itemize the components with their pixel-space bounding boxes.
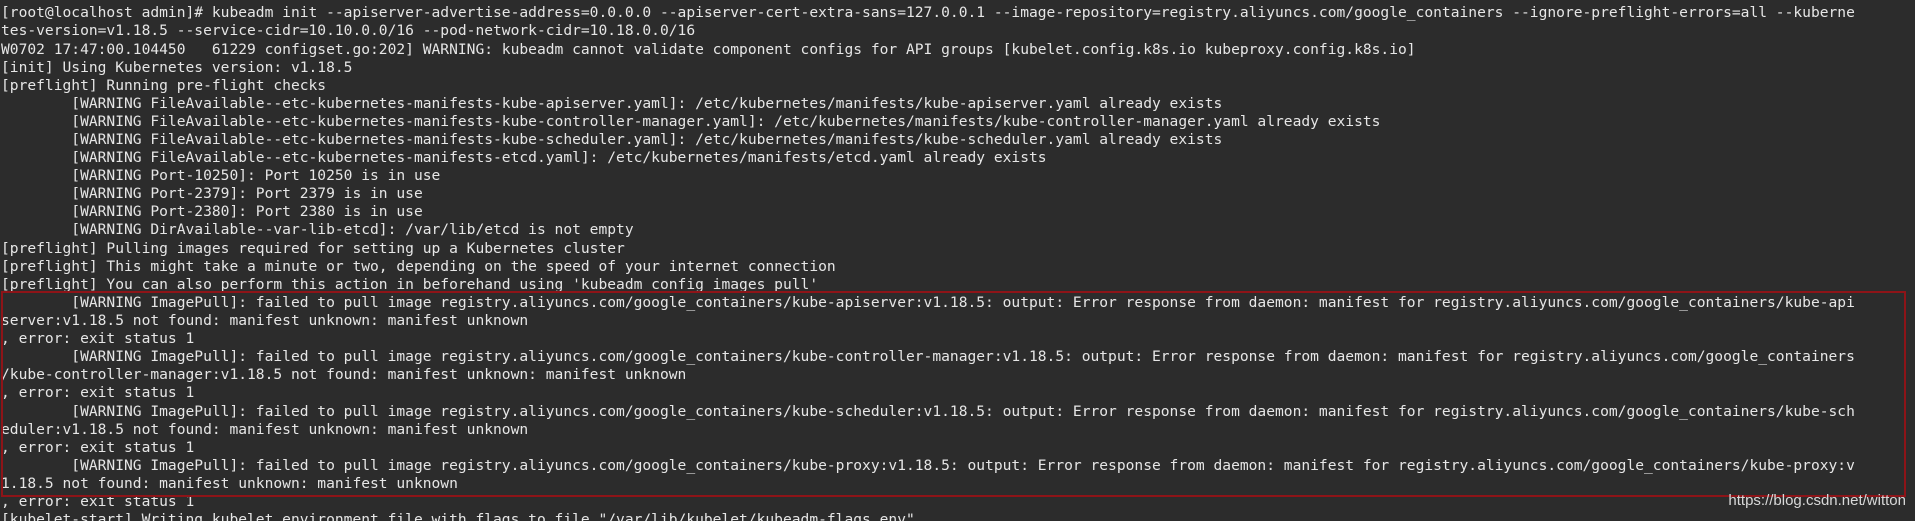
terminal-line: [preflight] Pulling images required for … [1, 240, 625, 257]
terminal-line: [WARNING ImagePull]: failed to pull imag… [1, 294, 1855, 311]
terminal-line: [WARNING ImagePull]: failed to pull imag… [1, 348, 1855, 365]
terminal-line: [kubelet-start] Writing kubelet environm… [1, 511, 915, 521]
terminal-line: , error: exit status 1 [1, 493, 195, 510]
terminal-line: server:v1.18.5 not found: manifest unkno… [1, 312, 529, 329]
terminal-line: 1.18.5 not found: manifest unknown: mani… [1, 475, 458, 492]
terminal-line: [root@localhost admin]# kubeadm init --a… [1, 4, 1855, 21]
terminal-line: [preflight] Running pre-flight checks [1, 77, 327, 94]
terminal-line: , error: exit status 1 [1, 330, 195, 347]
terminal-line: [WARNING ImagePull]: failed to pull imag… [1, 403, 1855, 420]
terminal-line: tes-version=v1.18.5 --service-cidr=10.10… [1, 22, 696, 39]
terminal-line: [WARNING DirAvailable--var-lib-etcd]: /v… [1, 221, 634, 238]
terminal-line: [WARNING FileAvailable--etc-kubernetes-m… [1, 149, 1047, 166]
terminal-line: eduler:v1.18.5 not found: manifest unkno… [1, 421, 529, 438]
terminal-line: [WARNING ImagePull]: failed to pull imag… [1, 457, 1855, 474]
terminal-line: , error: exit status 1 [1, 384, 195, 401]
terminal-window[interactable]: [root@localhost admin]# kubeadm init --a… [0, 0, 1915, 521]
terminal-line: [WARNING Port-2380]: Port 2380 is in use [1, 203, 423, 220]
terminal-line: [WARNING Port-2379]: Port 2379 is in use [1, 185, 423, 202]
terminal-line: /kube-controller-manager:v1.18.5 not fou… [1, 366, 687, 383]
terminal-line: , error: exit status 1 [1, 439, 195, 456]
terminal-line: [WARNING Port-10250]: Port 10250 is in u… [1, 167, 441, 184]
terminal-line: [WARNING FileAvailable--etc-kubernetes-m… [1, 95, 1223, 112]
terminal-line: [WARNING FileAvailable--etc-kubernetes-m… [1, 131, 1223, 148]
terminal-line: [preflight] This might take a minute or … [1, 258, 836, 275]
terminal-line: [WARNING FileAvailable--etc-kubernetes-m… [1, 113, 1381, 130]
terminal-line: [preflight] You can also perform this ac… [1, 276, 819, 293]
watermark: https://blog.csdn.net/witton [1728, 492, 1906, 509]
terminal-line: [init] Using Kubernetes version: v1.18.5 [1, 59, 353, 76]
terminal-line: W0702 17:47:00.104450 61229 configset.go… [1, 41, 1416, 58]
